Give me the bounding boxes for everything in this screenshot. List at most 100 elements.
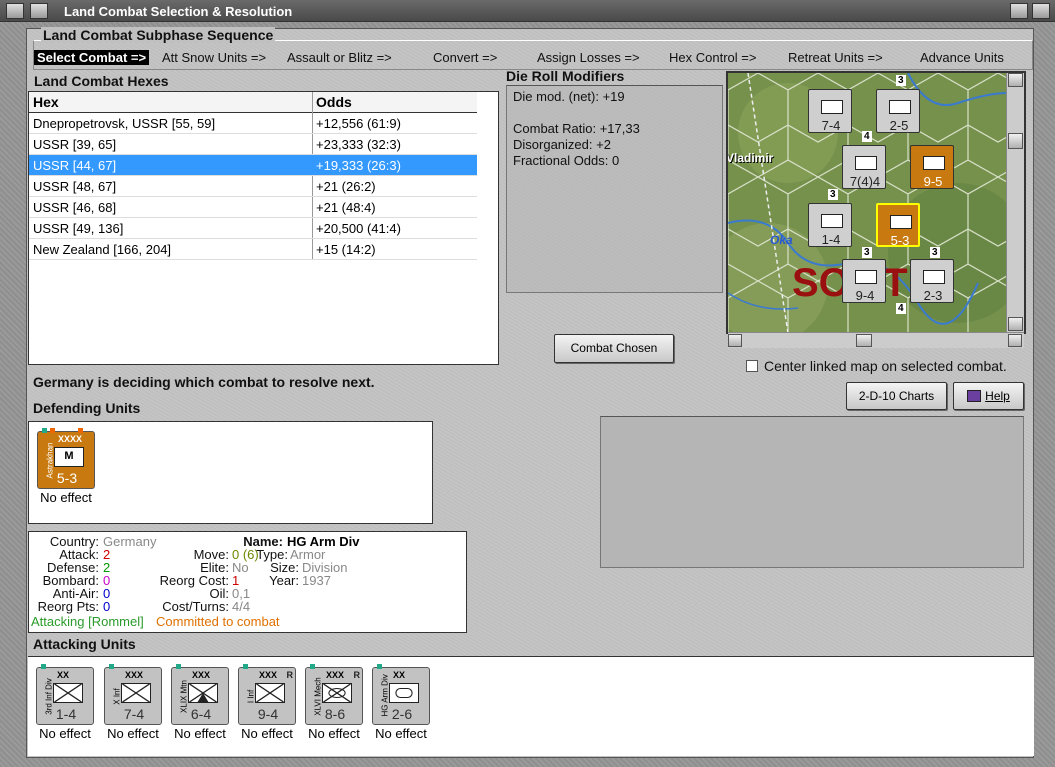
hex-cell: USSR [49, 136] bbox=[33, 221, 124, 236]
odds-cell: +21 (26:2) bbox=[316, 179, 376, 194]
scroll-left-arrow[interactable] bbox=[728, 334, 742, 347]
combat-effect: No effect bbox=[107, 726, 159, 741]
drm-disorganized: Disorganized: +2 bbox=[513, 137, 611, 152]
help-button[interactable]: Help bbox=[953, 382, 1024, 410]
reorg-pts-value: 0 bbox=[103, 599, 111, 614]
restore-button[interactable] bbox=[30, 3, 48, 19]
scroll-right-arrow[interactable] bbox=[1008, 334, 1022, 347]
map-unit[interactable]: 9-4 bbox=[842, 259, 886, 303]
phase-assault-blitz: Assault or Blitz => bbox=[287, 50, 392, 65]
attacking-unit-counter[interactable]: XX 3rd Inf Div 1-4 bbox=[36, 664, 94, 725]
linked-map[interactable]: Vladimir Oka SO T U 7-4 2-5 7(4)4 9-5 1-… bbox=[726, 71, 1026, 334]
unit-strength: 9-4 bbox=[257, 706, 279, 722]
status-message: Germany is deciding which combat to reso… bbox=[33, 374, 375, 390]
odds-cell: +12,556 (61:9) bbox=[316, 116, 401, 131]
table-row[interactable]: Dnepropetrovsk, USSR [55, 59] +12,556 (61… bbox=[29, 113, 477, 134]
map-unit[interactable]: 2-3 bbox=[910, 259, 954, 303]
attacking-units-panel: XX 3rd Inf Div 1-4 No effect XXX X Inf 7… bbox=[28, 656, 1034, 756]
table-row[interactable]: USSR [48, 67] +21 (26:2) bbox=[29, 176, 477, 197]
defending-unit-counter[interactable]: XXXX Astrakhan M 5-3 bbox=[37, 428, 95, 489]
hex-cell: New Zealand [166, 204] bbox=[33, 242, 172, 257]
table-row[interactable]: USSR [49, 136] +20,500 (41:4) bbox=[29, 218, 477, 239]
help-button-label: Help bbox=[985, 389, 1010, 403]
scroll-up-arrow[interactable] bbox=[1008, 73, 1023, 87]
hex-cell: USSR [44, 67] bbox=[33, 158, 117, 173]
hex-cell: USSR [48, 67] bbox=[33, 179, 117, 194]
hex-cell: USSR [46, 68] bbox=[33, 200, 117, 215]
attacking-unit-counter[interactable]: XXX R I Inf 9-4 bbox=[238, 664, 296, 725]
help-book-icon bbox=[967, 390, 982, 402]
year-label: Year: bbox=[269, 573, 299, 588]
table-row-selected[interactable]: USSR [44, 67] +19,333 (26:3) bbox=[29, 155, 477, 176]
unit-strength: 1-4 bbox=[55, 706, 77, 722]
attacking-unit-counter[interactable]: XXX X Inf 7-4 bbox=[104, 664, 162, 725]
map-unit[interactable]: 9-5 bbox=[910, 145, 954, 189]
combat-effect: No effect bbox=[241, 726, 293, 741]
stack-count: 4 bbox=[862, 131, 872, 142]
stack-count: 4 bbox=[896, 303, 906, 314]
minimize-button[interactable] bbox=[1010, 3, 1028, 19]
armor-symbol-icon bbox=[389, 683, 419, 703]
title-bar: Land Combat Selection & Resolution bbox=[0, 0, 1055, 22]
phase-convert: Convert => bbox=[433, 50, 498, 65]
system-menu-button[interactable] bbox=[6, 3, 24, 19]
mountain-symbol-icon bbox=[188, 683, 218, 703]
scroll-thumb[interactable] bbox=[856, 334, 872, 347]
combat-effect: No effect bbox=[375, 726, 427, 741]
map-city-label: Vladimir bbox=[726, 151, 774, 165]
map-horizontal-scrollbar[interactable] bbox=[728, 332, 1024, 348]
odds-cell: +23,333 (32:3) bbox=[316, 137, 401, 152]
map-unit[interactable]: 2-5 bbox=[876, 89, 920, 133]
hex-table-header: Hex Odds bbox=[29, 92, 477, 113]
unit-marker bbox=[176, 664, 181, 669]
attacking-unit-counter[interactable]: XX HG Arm Div 2-6 bbox=[372, 664, 430, 725]
unit-strength: 2-6 bbox=[391, 706, 413, 722]
col-odds[interactable]: Odds bbox=[316, 94, 352, 110]
hex-table: Hex Odds Dnepropetrovsk, USSR [55, 59] +1… bbox=[28, 91, 499, 365]
unit-strength: 5-3 bbox=[56, 470, 78, 486]
close-button[interactable] bbox=[1032, 3, 1050, 19]
hex-cell: USSR [39, 65] bbox=[33, 137, 117, 152]
infantry-symbol-icon bbox=[255, 683, 285, 703]
unit-size: XXX bbox=[192, 670, 211, 680]
map-unit[interactable]: 1-4 bbox=[808, 203, 852, 247]
center-map-checkbox[interactable] bbox=[746, 360, 758, 372]
center-map-label: Center linked map on selected combat. bbox=[764, 358, 1007, 374]
table-row[interactable]: USSR [46, 68] +21 (48:4) bbox=[29, 197, 477, 218]
attacking-unit-counter[interactable]: XXX XLIX Mtn 6-4 bbox=[171, 664, 229, 725]
odds-cell: +15 (14:2) bbox=[316, 242, 376, 257]
scroll-down-arrow[interactable] bbox=[1008, 317, 1023, 331]
unit-marker bbox=[243, 664, 248, 669]
phase-advance: Advance Units bbox=[920, 50, 1004, 65]
unit-type-symbol: M bbox=[54, 447, 84, 467]
table-row[interactable]: USSR [39, 65] +23,333 (32:3) bbox=[29, 134, 477, 155]
cost-turns-label: Cost/Turns: bbox=[162, 599, 229, 614]
map-unit[interactable]: 7-4 bbox=[808, 89, 852, 133]
attacking-note: Attacking [Rommel] bbox=[31, 614, 144, 629]
map-unit[interactable]: 7(4)4 bbox=[842, 145, 886, 189]
hexes-label: Land Combat Hexes bbox=[34, 73, 169, 89]
charts-button[interactable]: 2-D-10 Charts bbox=[846, 382, 947, 410]
infantry-symbol-icon bbox=[53, 683, 83, 703]
stack-count: 3 bbox=[862, 247, 872, 258]
combat-chosen-button[interactable]: Combat Chosen bbox=[554, 334, 674, 363]
unit-strength: 6-4 bbox=[190, 706, 212, 722]
attacking-label: Attacking Units bbox=[33, 636, 136, 652]
unit-strength: 7-4 bbox=[123, 706, 145, 722]
attacking-unit-counter[interactable]: XXX R XLVI Mech 8-6 bbox=[305, 664, 363, 725]
combat-effect: No effect bbox=[40, 490, 92, 505]
map-unit-selected[interactable]: 5-3 bbox=[876, 203, 920, 248]
unit-marker bbox=[109, 664, 114, 669]
phase-assign-losses: Assign Losses => bbox=[537, 50, 640, 65]
stack-count: 3 bbox=[930, 247, 940, 258]
phase-select-combat: Select Combat => bbox=[34, 50, 150, 65]
map-vertical-scrollbar[interactable] bbox=[1006, 73, 1024, 332]
col-hex[interactable]: Hex bbox=[33, 94, 59, 110]
table-row[interactable]: New Zealand [166, 204] +15 (14:2) bbox=[29, 239, 477, 260]
scroll-thumb[interactable] bbox=[1008, 133, 1023, 149]
defending-units-panel: XXXX Astrakhan M 5-3 No effect bbox=[28, 421, 433, 524]
combat-effect: No effect bbox=[39, 726, 91, 741]
phase-retreat: Retreat Units => bbox=[788, 50, 883, 65]
die-roll-panel: Die mod. (net): +19 Combat Ratio: +17,33… bbox=[506, 85, 723, 293]
drm-combat-ratio: Combat Ratio: +17,33 bbox=[513, 121, 640, 136]
